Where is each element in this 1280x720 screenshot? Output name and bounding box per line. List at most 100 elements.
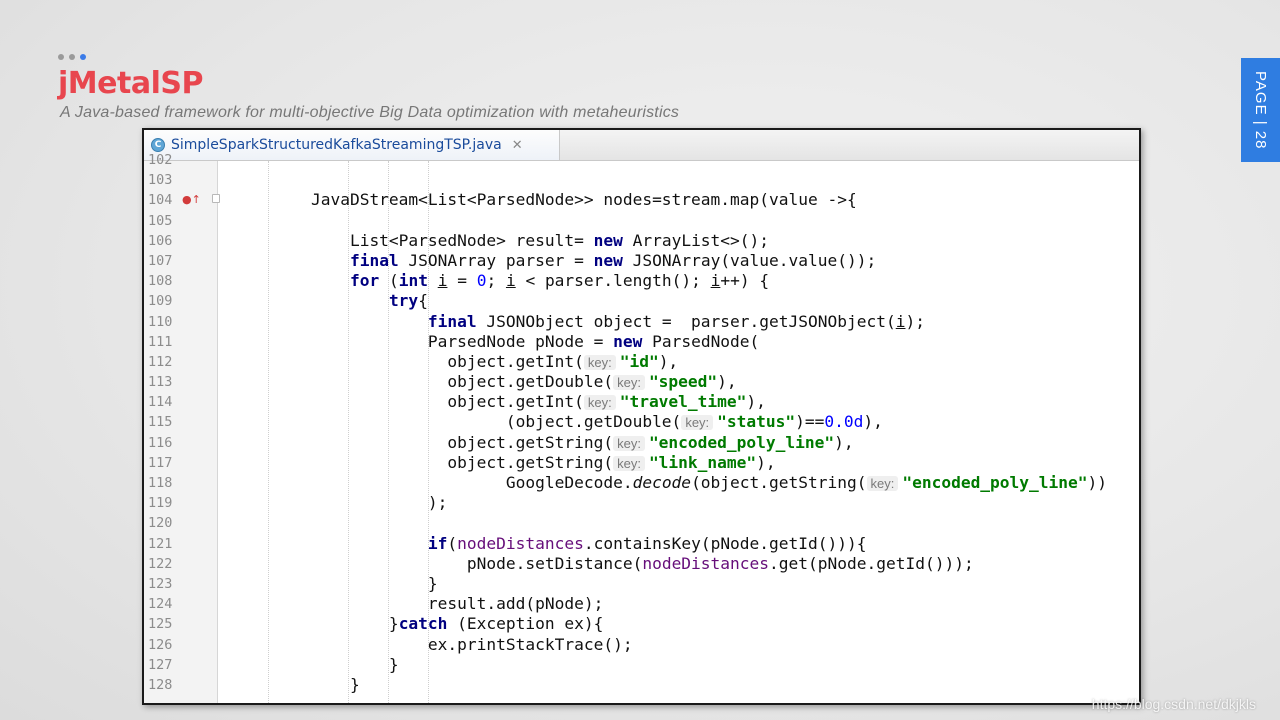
line-number: 111 xyxy=(148,333,173,350)
code-text: List<ParsedNode> result= new ArrayList<>… xyxy=(233,231,769,251)
code-line[interactable]: 102 xyxy=(144,150,1139,170)
line-number: 104 xyxy=(148,192,173,209)
code-token: "id" xyxy=(619,351,659,371)
code-line[interactable]: 113 object.getDouble(key: "speed"), xyxy=(144,372,1139,392)
code-line[interactable]: 124 result.add(pNode); xyxy=(144,594,1139,614)
code-text: } xyxy=(233,655,399,675)
code-line[interactable]: 125 }catch (Exception ex){ xyxy=(144,614,1139,634)
code-token: for xyxy=(349,271,380,291)
code-line[interactable]: 110 final JSONObject object = parser.get… xyxy=(144,312,1139,332)
code-line[interactable]: 108 for (int i = 0; i < parser.length();… xyxy=(144,271,1139,291)
page-number-tab: PAGE | 28 xyxy=(1241,58,1280,162)
code-text: result.add(pNode); xyxy=(233,594,603,614)
brand-title: jMetalSP xyxy=(58,66,203,102)
line-number: 128 xyxy=(148,676,173,693)
code-line[interactable]: 104 ●↑ JavaDStream<List<ParsedNode>> node… xyxy=(144,190,1139,210)
parameter-hint: key: xyxy=(613,375,645,391)
code-line[interactable]: 128 } xyxy=(144,675,1139,695)
code-line[interactable]: 122 pNode.setDistance(nodeDistances.get(… xyxy=(144,554,1139,574)
code-token: { xyxy=(418,291,428,311)
parameter-hint: key: xyxy=(583,395,616,411)
code-token: )) xyxy=(1087,473,1108,492)
line-number: 125 xyxy=(148,616,173,633)
brand-title-part: SP xyxy=(160,66,203,101)
code-line[interactable]: 119 ); xyxy=(144,493,1139,513)
code-line[interactable]: 106 List<ParsedNode> result= new ArrayLi… xyxy=(144,231,1139,251)
code-text: final JSONArray parser = new JSONArray(v… xyxy=(233,251,876,271)
code-line[interactable]: 103 xyxy=(144,170,1139,190)
code-token: } xyxy=(233,573,438,593)
code-token: "encoded_poly_line" xyxy=(902,473,1088,492)
code-token: JSONArray(value.value()); xyxy=(622,250,877,270)
code-text: JavaDStream<List<ParsedNode>> nodes=stre… xyxy=(233,190,857,210)
code-text: GoogleDecode.decode(object.getString(key… xyxy=(233,473,1107,494)
parameter-hint: key: xyxy=(613,435,645,451)
fold-toggle-icon[interactable] xyxy=(212,194,220,204)
code-line[interactable]: 121 if(nodeDistances.containsKey(pNode.g… xyxy=(144,534,1139,554)
line-number: 106 xyxy=(148,232,173,249)
code-token: pNode.setDistance( xyxy=(233,553,643,573)
line-number: 126 xyxy=(148,636,173,653)
code-text: pNode.setDistance(nodeDistances.get(pNod… xyxy=(233,554,974,574)
code-token: ( xyxy=(447,533,458,553)
code-token: JSONArray parser = xyxy=(398,250,594,270)
line-number: 116 xyxy=(148,434,173,451)
code-token: ParsedNode pNode = xyxy=(233,331,614,351)
code-token: decode xyxy=(632,473,692,492)
code-line[interactable]: 118 GoogleDecode.decode(object.getString… xyxy=(144,473,1139,493)
code-line[interactable]: 107 final JSONArray parser = new JSONArr… xyxy=(144,251,1139,271)
code-line[interactable]: 117 object.getString(key: "link_name"), xyxy=(144,453,1139,473)
code-token: .get(pNode.getId())); xyxy=(769,553,974,573)
code-token: ); xyxy=(905,311,925,331)
ide-editor-window: C SimpleSparkStructuredKafkaStreamingTSP… xyxy=(142,128,1141,705)
code-token: ex.printStackTrace(); xyxy=(233,634,633,654)
code-line[interactable]: 115 (object.getDouble(key: "status")==0.0… xyxy=(144,412,1139,432)
code-token: object.getInt( xyxy=(233,351,584,371)
line-number: 121 xyxy=(148,535,173,552)
code-text: final JSONObject object = parser.getJSON… xyxy=(233,312,925,332)
override-icon[interactable]: ●↑ xyxy=(182,193,201,207)
code-line[interactable]: 127 } xyxy=(144,655,1139,675)
code-line[interactable]: 120 xyxy=(144,513,1139,533)
code-token: new xyxy=(593,230,623,250)
code-token: (object.getDouble( xyxy=(233,412,682,432)
code-token: object.getString( xyxy=(233,452,614,472)
code-token: i xyxy=(710,271,721,291)
line-number: 105 xyxy=(148,212,173,229)
code-token: (object.getString( xyxy=(691,473,867,492)
code-line[interactable]: 126 ex.printStackTrace(); xyxy=(144,635,1139,655)
code-token: ); xyxy=(233,493,448,513)
code-text: if(nodeDistances.containsKey(pNode.getId… xyxy=(233,534,867,554)
code-token: (Exception ex){ xyxy=(447,614,604,634)
line-number: 110 xyxy=(148,313,173,330)
code-token: ( xyxy=(379,271,399,291)
code-token: List<ParsedNode> result= xyxy=(233,230,594,250)
code-text: object.getInt(key: "id"), xyxy=(233,352,678,373)
code-line[interactable]: 109 try{ xyxy=(144,291,1139,311)
code-token: ; xyxy=(486,271,506,291)
code-token: object.getInt( xyxy=(233,392,584,412)
code-line[interactable]: 105 xyxy=(144,211,1139,231)
line-number: 123 xyxy=(148,575,173,592)
code-line[interactable]: 112 object.getInt(key: "id"), xyxy=(144,352,1139,372)
code-token: = xyxy=(447,271,477,291)
line-number: 117 xyxy=(148,454,173,471)
code-token: final xyxy=(427,311,477,331)
code-text: (object.getDouble(key: "status")==0.0d), xyxy=(233,412,883,433)
code-line[interactable]: 114 object.getInt(key: "travel_time"), xyxy=(144,392,1139,412)
code-text: }catch (Exception ex){ xyxy=(233,614,603,634)
code-token: "travel_time" xyxy=(619,392,747,412)
code-editor[interactable]: 102 103 104 ●↑ JavaDStream<List<ParsedNode>… xyxy=(144,152,1139,703)
code-text: try{ xyxy=(233,291,428,311)
code-line[interactable]: 111 ParsedNode pNode = new ParsedNode( xyxy=(144,332,1139,352)
code-line[interactable]: 116 object.getString(key: "encoded_poly_l… xyxy=(144,433,1139,453)
code-token: int xyxy=(398,271,428,291)
page-dot xyxy=(58,54,64,60)
code-line[interactable]: 123 } xyxy=(144,574,1139,594)
code-token: < parser.length(); xyxy=(515,271,711,291)
page-number-label: PAGE | 28 xyxy=(1252,70,1269,150)
code-text: } xyxy=(233,675,360,695)
parameter-hint: key: xyxy=(613,455,645,471)
